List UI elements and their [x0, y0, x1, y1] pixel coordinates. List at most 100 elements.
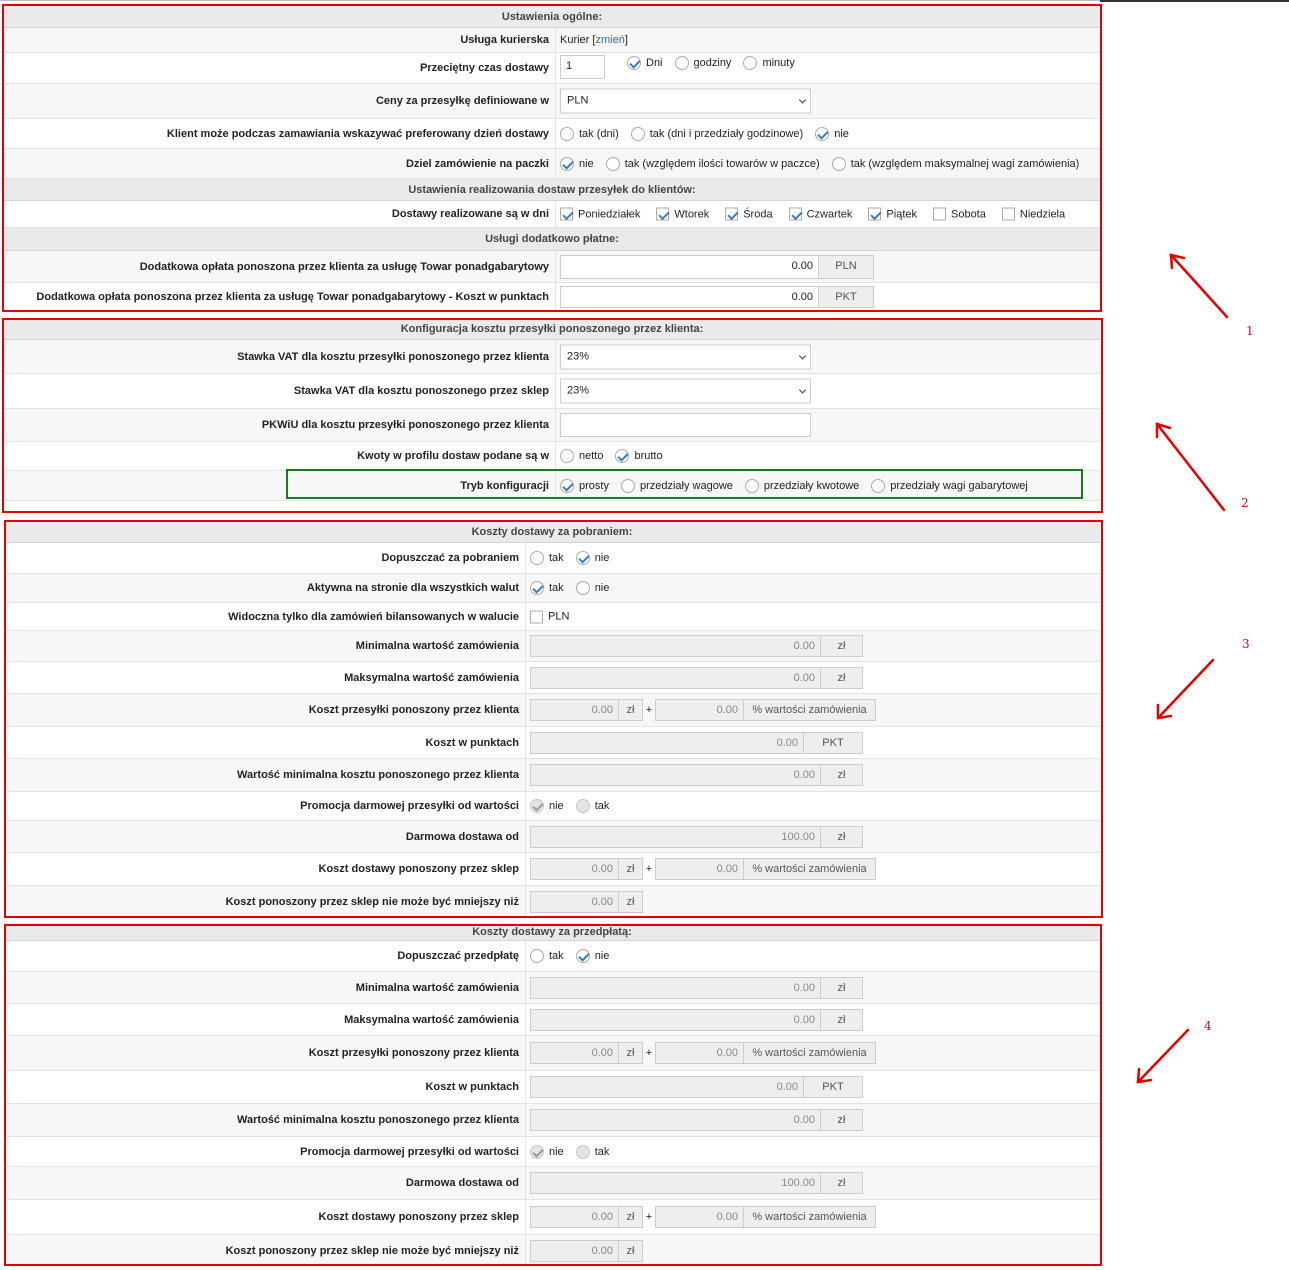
cod-min-order-input[interactable]: 0.00 — [530, 635, 821, 657]
annotation-label-3: 3 — [1242, 637, 1250, 651]
day-checkbox-3[interactable] — [788, 207, 802, 221]
split-no-radio[interactable] — [560, 156, 574, 171]
cod-points-row: Koszt w punktach 0.00 PKT — [4, 727, 1100, 759]
delivery-time-row: Przeciętny czas dostawy 1 Dni godziny mi… — [4, 53, 1100, 84]
courier-row: Usługa kurierska Kurier [zmień] — [4, 28, 1100, 53]
change-courier-link[interactable]: zmień — [595, 34, 624, 46]
minutes-radio[interactable] — [743, 56, 758, 70]
mode-weight-radio[interactable] — [620, 478, 635, 493]
general-settings-panel: Ustawienia ogólne: Usługa kurierska Kuri… — [4, 6, 1100, 311]
cod-max-order-input[interactable]: 0.00 — [530, 666, 821, 689]
arrow-3-head-icon — [1156, 703, 1173, 720]
split-weight-radio[interactable] — [831, 156, 846, 171]
cod-points-input[interactable]: 0.00 — [530, 731, 804, 754]
oversize-points-input[interactable]: 0.00 — [560, 286, 819, 308]
oversize-points-row: Dodatkowa opłata ponoszona przez klienta… — [4, 283, 1100, 311]
section-header-delivery: Ustawienia realizowania dostaw przesyłek… — [4, 179, 1100, 201]
prepaid-free-from-input[interactable]: 100.00 — [530, 1172, 821, 1194]
mode-amount-radio[interactable] — [744, 478, 759, 493]
cod-promo-yes-radio[interactable] — [575, 799, 590, 813]
prepaid-shop-min-input[interactable]: 0.00 — [530, 1239, 619, 1262]
cod-allow-yes-radio[interactable] — [530, 551, 544, 565]
preferred-no-radio[interactable] — [815, 126, 830, 141]
hours-radio[interactable] — [674, 56, 689, 70]
prepaid-min-order-input[interactable]: 0.00 — [530, 976, 821, 999]
chevron-down-icon — [798, 351, 807, 360]
section-header-config: Konfiguracja kosztu przesyłki ponoszoneg… — [4, 319, 1100, 340]
cod-active-no-radio[interactable] — [575, 581, 590, 595]
cod-client-percent-input[interactable]: 0.00 — [655, 699, 744, 721]
days-radio[interactable] — [627, 56, 641, 70]
vat-client-select[interactable]: 23% — [560, 344, 811, 369]
day-checkbox-2[interactable] — [725, 207, 739, 221]
preferred-days-hours-radio[interactable] — [630, 126, 645, 141]
cod-promo-no-radio[interactable] — [530, 799, 544, 813]
prepaid-promo-yes-radio[interactable] — [575, 1144, 590, 1159]
prepaid-shop-percent-input[interactable]: 0.00 — [655, 1206, 744, 1228]
brutto-radio[interactable] — [615, 449, 630, 463]
cod-min-client-cost-input[interactable]: 0.00 — [530, 764, 821, 786]
section-header-extra: Usługi dodatkowo płatne: — [4, 228, 1100, 251]
netto-radio[interactable] — [560, 449, 574, 463]
prepaid-client-cost-row: Koszt przesyłki ponoszony przez klienta … — [4, 1036, 1100, 1071]
prepaid-min-client-cost-row: Wartość minimalna kosztu ponoszonego prz… — [4, 1104, 1100, 1137]
prepaid-allow-row: Dopuszczać przedpłatę tak nie — [4, 941, 1100, 972]
prepaid-client-cost-input[interactable]: 0.00 — [530, 1042, 619, 1064]
day-checkbox-5[interactable] — [933, 207, 946, 221]
cost-config-panel: Konfiguracja kosztu przesyłki ponoszoneg… — [4, 319, 1100, 511]
prepaid-shop-cost-row: Koszt dostawy ponoszony przez sklep 0.00… — [4, 1200, 1100, 1235]
oversize-row: Dodatkowa opłata ponoszona przez klienta… — [4, 251, 1100, 283]
cod-active-yes-radio[interactable] — [530, 581, 544, 595]
chevron-down-icon — [798, 386, 807, 394]
split-row: Dziel zamówienie na paczki nie tak (wzgl… — [4, 149, 1100, 179]
delivery-time-input[interactable]: 1 — [560, 55, 605, 79]
section-header-general: Ustawienia ogólne: — [4, 6, 1100, 28]
prepaid-shop-min-row: Koszt ponoszony przez sklep nie może być… — [4, 1235, 1100, 1266]
prepaid-points-row: Koszt w punktach 0.00 PKT — [4, 1071, 1100, 1104]
chevron-down-icon — [798, 96, 807, 104]
day-checkbox-6[interactable] — [1001, 207, 1015, 221]
cod-shop-min-input[interactable]: 0.00 — [530, 890, 619, 913]
prepaid-max-order-input[interactable]: 0.00 — [530, 1008, 821, 1031]
day-checkbox-0[interactable] — [560, 207, 573, 221]
split-quantity-radio[interactable] — [605, 156, 620, 171]
cod-allow-row: Dopuszczać za pobraniem tak nie — [4, 543, 1100, 574]
prepaid-promo-no-radio[interactable] — [530, 1144, 544, 1159]
preferred-days-radio[interactable] — [560, 126, 574, 141]
mode-simple-radio[interactable] — [560, 478, 574, 493]
arrow-3-icon — [1156, 658, 1215, 720]
cod-allow-no-radio[interactable] — [575, 551, 590, 565]
mode-volume-radio[interactable] — [871, 478, 886, 493]
cod-free-from-row: Darmowa dostawa od 100.00 zł — [4, 821, 1100, 853]
section-header-cod: Koszty dostawy za pobraniem: — [4, 522, 1100, 543]
arrow-2-icon — [1155, 422, 1226, 512]
prepaid-min-client-cost-input[interactable]: 0.00 — [530, 1109, 821, 1131]
cod-shop-cost-row: Koszt dostawy ponoszony przez sklep 0.00… — [4, 853, 1100, 886]
cod-min-order-row: Minimalna wartość zamówienia 0.00 zł — [4, 631, 1100, 662]
cod-visible-pln-checkbox[interactable] — [530, 610, 543, 623]
prepaid-max-order-row: Maksymalna wartość zamówienia 0.00 zł — [4, 1004, 1100, 1036]
prepaid-shop-cost-input[interactable]: 0.00 — [530, 1206, 619, 1228]
cod-shop-cost-input[interactable]: 0.00 — [530, 858, 619, 880]
pkwiu-row: PKWiU dla kosztu przesyłki ponoszonego p… — [4, 409, 1100, 442]
vat-client-row: Stawka VAT dla kosztu przesyłki ponoszon… — [4, 340, 1100, 374]
oversize-fee-input[interactable]: 0.00 — [560, 254, 819, 279]
prepaid-allow-yes-radio[interactable] — [530, 949, 544, 963]
prepaid-points-input[interactable]: 0.00 — [530, 1076, 804, 1098]
vat-shop-row: Stawka VAT dla kosztu ponoszonego przez … — [4, 374, 1100, 409]
prepaid-allow-no-radio[interactable] — [575, 949, 590, 963]
day-checkbox-4[interactable] — [868, 207, 882, 221]
pkwiu-input[interactable] — [560, 413, 811, 437]
annotation-label-1: 1 — [1246, 324, 1254, 338]
cod-free-from-input[interactable]: 100.00 — [530, 825, 821, 848]
cod-client-cost-input[interactable]: 0.00 — [530, 699, 619, 721]
day-checkbox-1[interactable] — [656, 207, 670, 221]
config-mode-row: Tryb konfiguracji prosty przedziały wago… — [4, 471, 1100, 501]
currency-select[interactable]: PLN — [560, 88, 811, 114]
annotation-label-2: 2 — [1241, 496, 1249, 510]
vat-shop-select[interactable]: 23% — [560, 378, 811, 404]
arrow-1-head-icon — [1169, 253, 1186, 270]
cod-shop-percent-input[interactable]: 0.00 — [655, 858, 744, 880]
cod-promo-row: Promocja darmowej przesyłki od wartości … — [4, 792, 1100, 821]
prepaid-client-percent-input[interactable]: 0.00 — [655, 1042, 744, 1064]
